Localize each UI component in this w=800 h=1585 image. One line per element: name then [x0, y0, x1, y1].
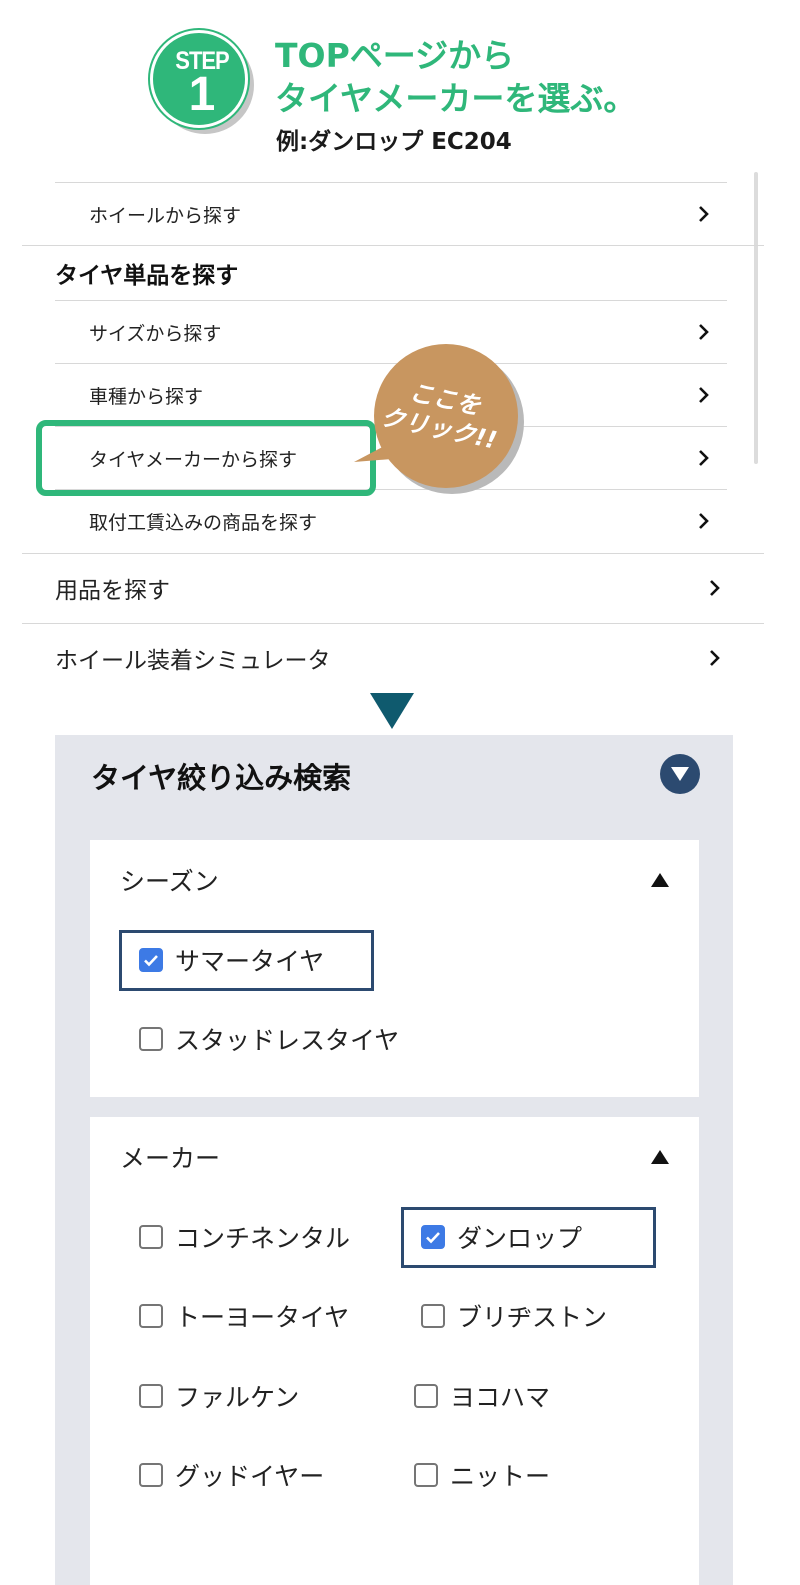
- maker-option-falken[interactable]: ファルケン: [139, 1378, 299, 1414]
- step-example: 例:ダンロップ EC204: [276, 129, 512, 155]
- chevron-right-icon: [693, 384, 715, 406]
- filter-panel-title: タイヤ絞り込み検索: [91, 761, 352, 795]
- menu-item-wheel-search[interactable]: ホイールから探す: [55, 183, 727, 245]
- menu-item-wheel-simulator[interactable]: ホイール装着シミュレータ: [22, 624, 764, 692]
- option-label: グッドイヤー: [175, 1462, 325, 1491]
- down-arrow-icon: [370, 693, 414, 729]
- checkbox-checked[interactable]: [421, 1225, 445, 1249]
- maker-title: メーカー: [120, 1144, 221, 1173]
- season-title: シーズン: [120, 867, 219, 896]
- chevron-right-icon: [704, 577, 726, 599]
- step-number: 1: [188, 68, 216, 121]
- checkbox[interactable]: [139, 1384, 163, 1408]
- menu-item-label: サイズから探す: [89, 322, 222, 345]
- triangle-down-icon: [671, 767, 689, 781]
- menu-item-label: 車種から探す: [89, 385, 204, 408]
- chevron-right-icon: [704, 647, 726, 669]
- option-label: コンチネンタル: [175, 1224, 351, 1253]
- option-label: ダンロップ: [457, 1224, 583, 1253]
- season-option-studless[interactable]: スタッドレスタイヤ: [139, 1021, 399, 1057]
- option-label: サマータイヤ: [175, 947, 325, 976]
- maker-option-dunlop[interactable]: ダンロップ: [421, 1219, 582, 1255]
- checkbox[interactable]: [414, 1463, 438, 1487]
- checkbox[interactable]: [139, 1027, 163, 1051]
- option-label: ヨコハマ: [450, 1383, 551, 1412]
- highlight-frame: [36, 420, 376, 496]
- menu-item-label: ホイール装着シミュレータ: [55, 648, 331, 674]
- chevron-right-icon: [693, 321, 715, 343]
- menu-item-label: ホイールから探す: [89, 204, 242, 227]
- maker-option-toyo[interactable]: トーヨータイヤ: [139, 1298, 349, 1334]
- option-label: ニットー: [450, 1462, 551, 1491]
- checkbox[interactable]: [139, 1225, 163, 1249]
- option-label: ブリヂストン: [457, 1303, 608, 1332]
- maker-option-yokohama[interactable]: ヨコハマ: [414, 1378, 550, 1414]
- filter-panel-toggle[interactable]: [660, 754, 700, 794]
- option-label: ファルケン: [175, 1383, 300, 1412]
- chevron-right-icon: [693, 203, 715, 225]
- step-title: TOPページから タイヤメーカーを選ぶ。: [275, 36, 637, 118]
- menu-item-label: 取付工賃込みの商品を探す: [89, 511, 318, 534]
- step-badge: STEP 1: [150, 30, 254, 134]
- checkbox[interactable]: [139, 1463, 163, 1487]
- option-label: スタッドレスタイヤ: [175, 1026, 400, 1055]
- menu-item-label: 用品を探す: [55, 578, 170, 604]
- chevron-right-icon: [693, 447, 715, 469]
- season-option-summer[interactable]: サマータイヤ: [139, 942, 324, 978]
- step-badge-circle: STEP 1: [150, 30, 248, 128]
- divider: [22, 245, 764, 246]
- maker-card: [90, 1117, 699, 1585]
- option-label: トーヨータイヤ: [175, 1303, 350, 1332]
- chevron-right-icon: [693, 510, 715, 532]
- menu-item-supplies[interactable]: 用品を探す: [22, 554, 764, 622]
- checkbox[interactable]: [414, 1384, 438, 1408]
- triangle-up-icon[interactable]: [651, 1150, 669, 1164]
- triangle-up-icon[interactable]: [651, 873, 669, 887]
- maker-option-bridgestone[interactable]: ブリヂストン: [421, 1298, 607, 1334]
- checkbox-checked[interactable]: [139, 948, 163, 972]
- maker-option-continental[interactable]: コンチネンタル: [139, 1219, 350, 1255]
- menu-scrollbar[interactable]: [754, 172, 758, 464]
- maker-option-goodyear[interactable]: グッドイヤー: [139, 1457, 324, 1493]
- checkbox[interactable]: [139, 1304, 163, 1328]
- tire-section-title: タイヤ単品を探す: [55, 263, 239, 289]
- maker-option-nitto[interactable]: ニットー: [414, 1457, 550, 1493]
- checkbox[interactable]: [421, 1304, 445, 1328]
